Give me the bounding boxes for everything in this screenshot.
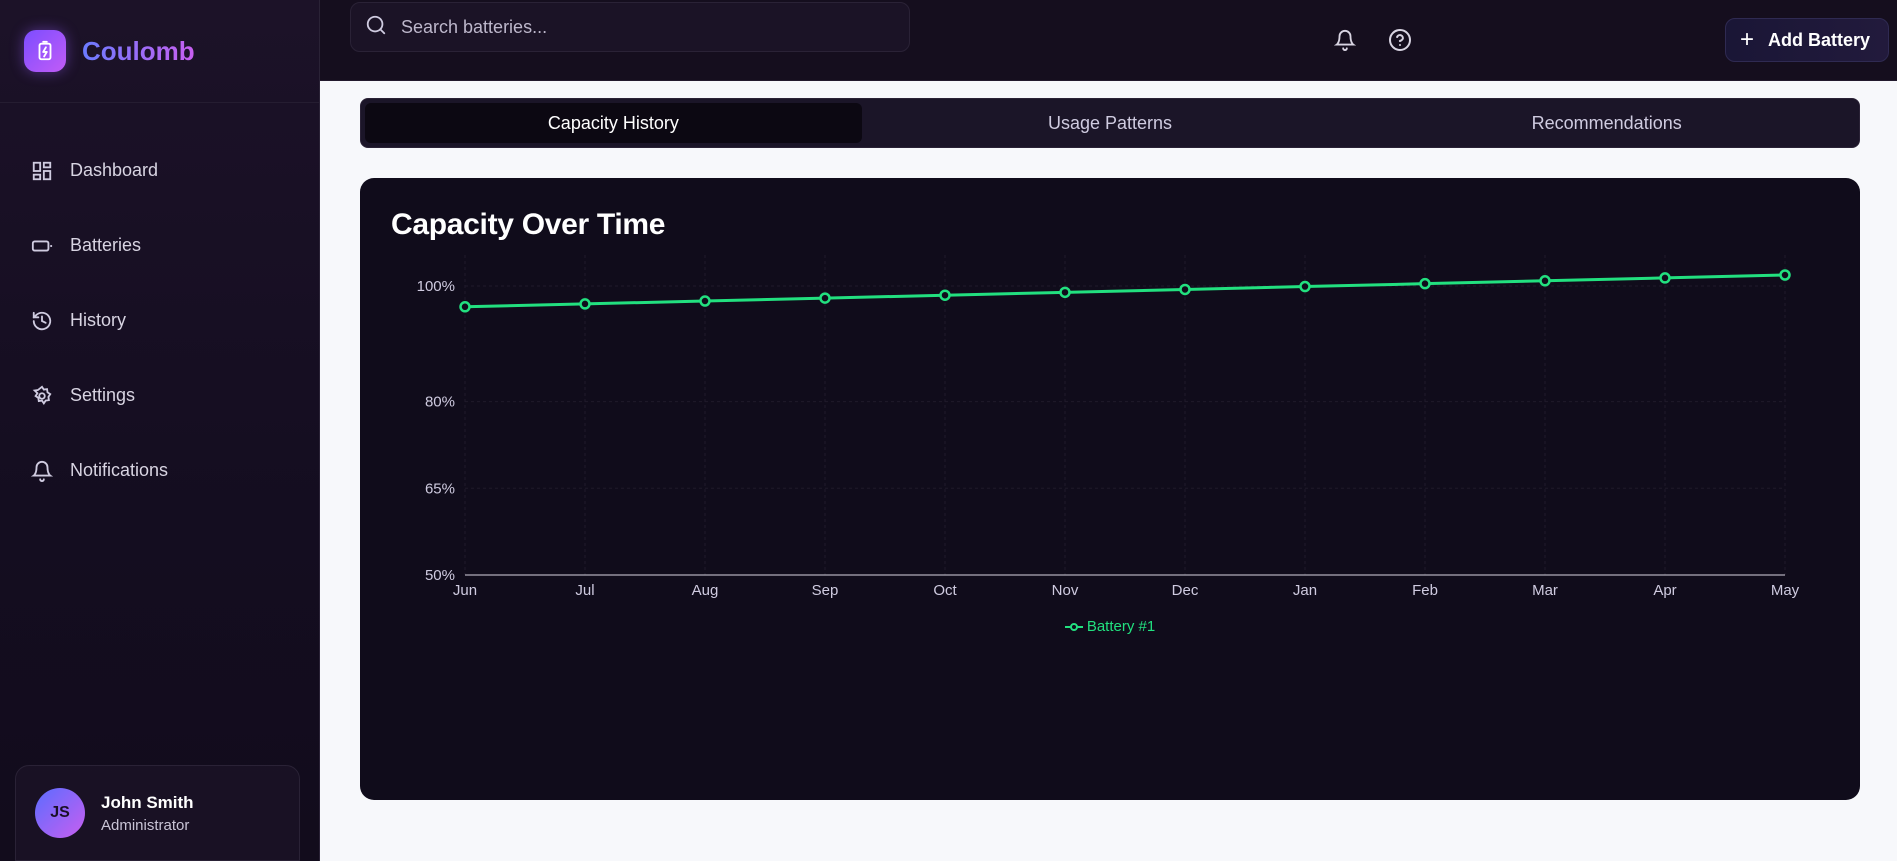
- brand: Coulomb: [0, 0, 319, 103]
- search-box[interactable]: [350, 2, 910, 52]
- sidebar-item-history[interactable]: History: [0, 283, 319, 358]
- data-point: [1299, 280, 1311, 293]
- x-tick-label: Aug: [692, 582, 719, 599]
- top-bar: + Add Battery: [320, 0, 1897, 81]
- data-point: [1059, 286, 1071, 299]
- notifications-bell-icon[interactable]: [1331, 26, 1359, 54]
- x-tick-label: Jan: [1293, 582, 1317, 599]
- data-point: [699, 295, 711, 307]
- sidebar-item-label: Dashboard: [70, 160, 159, 180]
- data-point: [1419, 277, 1431, 290]
- user-profile[interactable]: JS John Smith Administrator: [15, 765, 300, 861]
- tab-usage-patterns[interactable]: Usage Patterns: [862, 103, 1359, 143]
- sidebar-item-batteries[interactable]: Batteries: [0, 208, 319, 283]
- data-point: [1539, 275, 1551, 287]
- battery-logo-icon: [24, 30, 66, 72]
- x-tick-label: Jul: [575, 582, 594, 599]
- tab-recommendations[interactable]: Recommendations: [1358, 103, 1855, 143]
- capacity-chart-card: Capacity Over Time 50% 65% 80% 100% Jun Jul Au…: [360, 178, 1860, 800]
- gear-icon: [30, 384, 54, 408]
- sidebar-item-dashboard[interactable]: Dashboard: [0, 133, 319, 208]
- user-role: Administrator: [101, 816, 190, 834]
- x-tick-label: May: [1771, 582, 1800, 599]
- x-tick-label: Dec: [1172, 582, 1199, 599]
- data-point: [1659, 272, 1671, 284]
- y-tick-label: 80%: [425, 394, 455, 411]
- x-tick-label: Mar: [1532, 582, 1558, 599]
- app-name: Coulomb: [82, 35, 195, 66]
- search-input[interactable]: [401, 16, 881, 38]
- sidebar-item-label: Settings: [70, 385, 136, 405]
- tab-capacity-history[interactable]: Capacity History: [365, 103, 862, 143]
- add-battery-button[interactable]: + Add Battery: [1725, 18, 1889, 62]
- x-tick-label: Jun: [453, 582, 477, 599]
- user-name: John Smith: [101, 792, 194, 812]
- search-icon: [365, 14, 387, 41]
- legend-label: Battery #1: [1086, 618, 1156, 635]
- sidebar-item-label: Notifications: [70, 460, 169, 480]
- x-tick-label: Oct: [933, 582, 957, 599]
- data-point: [579, 298, 591, 310]
- x-tick-label: Sep: [812, 582, 839, 599]
- sidebar-nav: Dashboard Batteries History Settings Not…: [0, 133, 319, 508]
- sidebar-item-settings[interactable]: Settings: [0, 358, 319, 433]
- sidebar-item-label: Batteries: [70, 235, 142, 255]
- sidebar-item-label: History: [70, 310, 127, 330]
- y-tick-label: 100%: [417, 278, 455, 295]
- series-line: [464, 273, 1786, 309]
- y-tick-label: 65%: [425, 480, 455, 497]
- x-tick-label: Apr: [1653, 582, 1676, 599]
- y-tick-label: 50%: [425, 567, 455, 584]
- data-point: [819, 292, 831, 304]
- avatar: JS: [35, 788, 85, 838]
- battery-icon: [30, 234, 54, 258]
- data-point: [459, 301, 471, 313]
- legend-marker-icon: [1064, 622, 1083, 631]
- plus-icon: +: [1740, 26, 1755, 53]
- data-point: [1779, 269, 1791, 281]
- history-icon: [30, 309, 54, 333]
- help-icon[interactable]: [1386, 26, 1414, 54]
- sidebar: Coulomb Dashboard Batteries History Sett…: [0, 0, 320, 861]
- x-tick-label: Feb: [1412, 582, 1438, 599]
- data-point: [939, 289, 951, 301]
- bell-icon: [30, 459, 54, 483]
- add-battery-label: Add Battery: [1768, 29, 1871, 50]
- tab-bar: Capacity History Usage Patterns Recommen…: [360, 98, 1860, 148]
- data-point: [1179, 283, 1191, 296]
- chart-legend: Battery #1: [360, 618, 1860, 635]
- x-tick-label: Nov: [1052, 582, 1079, 599]
- sidebar-item-notifications[interactable]: Notifications: [0, 433, 319, 508]
- dashboard-icon: [30, 159, 54, 183]
